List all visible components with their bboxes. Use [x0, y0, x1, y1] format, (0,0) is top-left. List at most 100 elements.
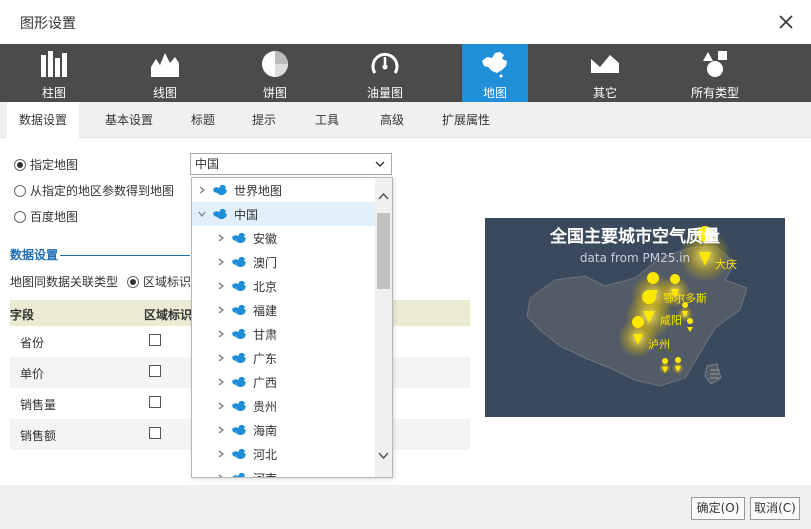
radio-map-from-param[interactable]: 从指定的地区参数得到地图 [14, 182, 174, 199]
chart-type-bar-chart[interactable]: 柱图 [20, 44, 88, 102]
preview-title: 全国主要城市空气质量 [550, 227, 720, 247]
tree-item-label: 河南 [253, 470, 277, 478]
map-icon [232, 305, 246, 315]
tab-extended-props[interactable]: 扩展属性 [430, 102, 502, 138]
chart-type-label: 柱图 [41, 86, 66, 100]
close-icon[interactable] [776, 12, 796, 32]
chart-type-label: 所有类型 [690, 86, 739, 100]
tab-basic-settings[interactable]: 基本设置 [93, 102, 165, 138]
chart-type-map[interactable]: 地图 [462, 44, 528, 102]
map-icon [232, 257, 246, 267]
tree-item-label: 海南 [253, 423, 278, 438]
data-settings-panel: 指定地图 从指定的地区参数得到地图 百度地图 中国 数据设置 地图同数据关联类型… [0, 138, 811, 485]
tree-item-province[interactable]: 澳门 [192, 250, 376, 274]
dialog-footer: 确定(O) 取消(C) [0, 485, 811, 529]
chevron-right-icon[interactable] [198, 186, 206, 194]
section-title: 数据设置 [10, 248, 59, 262]
tree-item-province[interactable]: 安徽 [192, 226, 376, 250]
chevron-down-icon[interactable] [198, 210, 206, 218]
chevron-down-icon [375, 161, 385, 167]
chevron-right-icon[interactable] [217, 258, 225, 266]
tree-item-label: 北京 [253, 279, 278, 294]
tab-title[interactable]: 标题 [179, 102, 227, 138]
map-select-value: 中国 [195, 157, 220, 171]
chart-type-gauge[interactable]: 油量图 [351, 44, 419, 102]
chart-type-label: 饼图 [262, 86, 287, 100]
scrollbar-thumb[interactable] [377, 213, 390, 289]
tree-item-province[interactable]: 贵州 [192, 394, 376, 418]
radio-specified-map[interactable]: 指定地图 [14, 156, 78, 173]
radio-area-id[interactable]: 区域标识 [127, 273, 191, 290]
city-label: 鄂尔多斯 [663, 292, 707, 305]
map-icon [232, 281, 246, 291]
section-divider [60, 255, 190, 256]
tree-item-china[interactable]: 中国 [192, 202, 376, 226]
chevron-right-icon[interactable] [217, 402, 225, 410]
chevron-right-icon[interactable] [217, 474, 225, 478]
map-icon [232, 401, 246, 411]
chevron-right-icon[interactable] [217, 330, 225, 338]
ok-button[interactable]: 确定(O) [691, 497, 745, 520]
area-id-checkbox[interactable] [149, 396, 161, 408]
tab-tools[interactable]: 工具 [303, 102, 351, 138]
tree-item-province[interactable]: 甘肃 [192, 322, 376, 346]
map-select[interactable]: 中国 [190, 153, 392, 175]
chevron-right-icon[interactable] [217, 354, 225, 362]
chevron-down-icon[interactable] [378, 452, 389, 460]
radio-indicator [127, 275, 139, 288]
tree-item-province[interactable]: 福建 [192, 298, 376, 322]
chart-type-other[interactable]: 其它 [571, 44, 639, 102]
cancel-button[interactable]: 取消(C) [750, 497, 800, 520]
china-map-shape [526, 226, 748, 387]
field-name: 省份 [20, 336, 45, 350]
preview-subtitle: data from PM25.in [579, 251, 691, 265]
area-id-checkbox[interactable] [149, 365, 161, 377]
chart-type-line-chart[interactable]: 线图 [131, 44, 199, 102]
tree-item-province[interactable]: 河北 [192, 442, 376, 466]
chevron-up-icon[interactable] [378, 192, 389, 200]
tab-data-settings[interactable]: 数据设置 [7, 102, 80, 139]
field-name: 单价 [20, 367, 45, 381]
radio-indicator [14, 158, 26, 171]
tab-tooltip[interactable]: 提示 [240, 102, 288, 138]
chevron-right-icon[interactable] [217, 234, 225, 242]
city-label: 咸阳 [660, 314, 682, 327]
tree-item-province[interactable]: 海南 [192, 418, 376, 442]
pie-chart-icon [262, 51, 288, 77]
chevron-right-icon[interactable] [217, 378, 225, 386]
tree-item-province[interactable]: 北京 [192, 274, 376, 298]
radio-baidu-map[interactable]: 百度地图 [14, 208, 78, 225]
radio-label: 指定地图 [30, 158, 79, 172]
chevron-right-icon[interactable] [217, 282, 225, 290]
dialog-titlebar: 图形设置 [0, 0, 811, 44]
area-id-checkbox[interactable] [149, 427, 161, 439]
map-icon [213, 209, 227, 219]
column-header-field: 字段 [10, 308, 35, 322]
gauge-icon [371, 52, 399, 74]
tree-item-province[interactable]: 广东 [192, 346, 376, 370]
tree-item-world-map[interactable]: 世界地图 [192, 178, 376, 202]
dropdown-scrollbar[interactable] [375, 178, 392, 477]
tree-item-label: 甘肃 [253, 327, 278, 342]
radio-label: 区域标识 [143, 275, 192, 289]
tab-advanced[interactable]: 高级 [368, 102, 416, 138]
map-icon [232, 449, 246, 459]
area-id-checkbox[interactable] [149, 334, 161, 346]
chevron-right-icon[interactable] [217, 426, 225, 434]
chart-type-bar: 柱图 线图 饼图 油量图 地图 其它 所有类型 [0, 44, 811, 102]
tree-item-label: 中国 [234, 207, 259, 222]
field-name: 销售额 [20, 429, 57, 443]
chart-type-pie-chart[interactable]: 饼图 [241, 44, 309, 102]
tree-item-province[interactable]: 河南 [192, 466, 376, 478]
radio-label: 从指定的地区参数得到地图 [30, 184, 175, 198]
map-icon [232, 233, 246, 243]
tree-item-province[interactable]: 广西 [192, 370, 376, 394]
chevron-right-icon[interactable] [217, 450, 225, 458]
chart-type-all[interactable]: 所有类型 [681, 44, 749, 102]
chevron-right-icon[interactable] [217, 306, 225, 314]
map-icon [213, 185, 227, 195]
tree-item-label: 广西 [253, 375, 278, 390]
map-icon [232, 473, 245, 477]
chart-type-label: 油量图 [366, 86, 403, 100]
chart-type-label: 其它 [592, 86, 617, 100]
